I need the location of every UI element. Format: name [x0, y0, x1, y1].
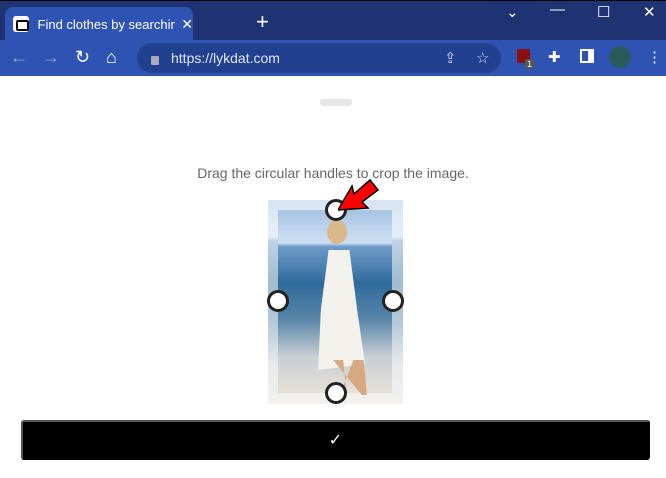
page-content: Drag the circular handles to crop the im… [0, 76, 666, 478]
crop-area[interactable] [278, 210, 392, 395]
tab-title: Find clothes by searching with image [37, 16, 176, 32]
confirm-crop-button[interactable]: ✓ [21, 420, 650, 460]
side-panel-icon[interactable] [580, 49, 594, 63]
menu-dots-icon[interactable]: ⋮ [647, 48, 662, 66]
new-tab-button[interactable]: + [256, 9, 269, 35]
bookmark-star-icon[interactable]: ☆ [476, 49, 489, 67]
reload-icon[interactable]: ↻ [75, 47, 90, 68]
browser-toolbar: ← → ↻ ⌂ https://lykdat.com ⇪ ☆ 1 ✚ ⋮ [0, 40, 666, 76]
drag-handle-bar [320, 99, 352, 106]
extensions-puzzle-icon[interactable]: ✚ [548, 48, 561, 66]
forward-icon[interactable]: → [42, 47, 60, 68]
crop-handle-right[interactable] [382, 290, 404, 312]
browser-tab[interactable]: Find clothes by searching with image ✕ [5, 7, 193, 41]
red-arrow-annotation-icon [338, 178, 380, 211]
tab-search-icon[interactable]: ⌄ [506, 3, 519, 21]
close-tab-icon[interactable]: ✕ [181, 16, 193, 33]
url-text: https://lykdat.com [171, 50, 280, 66]
profile-avatar[interactable] [609, 46, 631, 68]
extension-badge: 1 [525, 59, 535, 69]
lock-icon [151, 55, 159, 65]
address-bar[interactable]: https://lykdat.com ⇪ ☆ [137, 43, 501, 73]
photo-person [313, 220, 367, 395]
site-favicon-icon [13, 16, 29, 32]
maximize-button[interactable]: ☐ [597, 3, 610, 21]
crop-instruction: Drag the circular handles to crop the im… [197, 165, 469, 181]
back-icon[interactable]: ← [10, 47, 28, 68]
minimize-button[interactable]: — [550, 1, 565, 18]
crop-handle-bottom[interactable] [325, 382, 347, 404]
close-window-button[interactable]: ✕ [643, 3, 656, 21]
title-bar: Find clothes by searching with image ✕ +… [0, 0, 666, 41]
share-icon[interactable]: ⇪ [444, 49, 457, 67]
crop-handle-left[interactable] [267, 290, 289, 312]
home-icon[interactable]: ⌂ [106, 47, 117, 68]
